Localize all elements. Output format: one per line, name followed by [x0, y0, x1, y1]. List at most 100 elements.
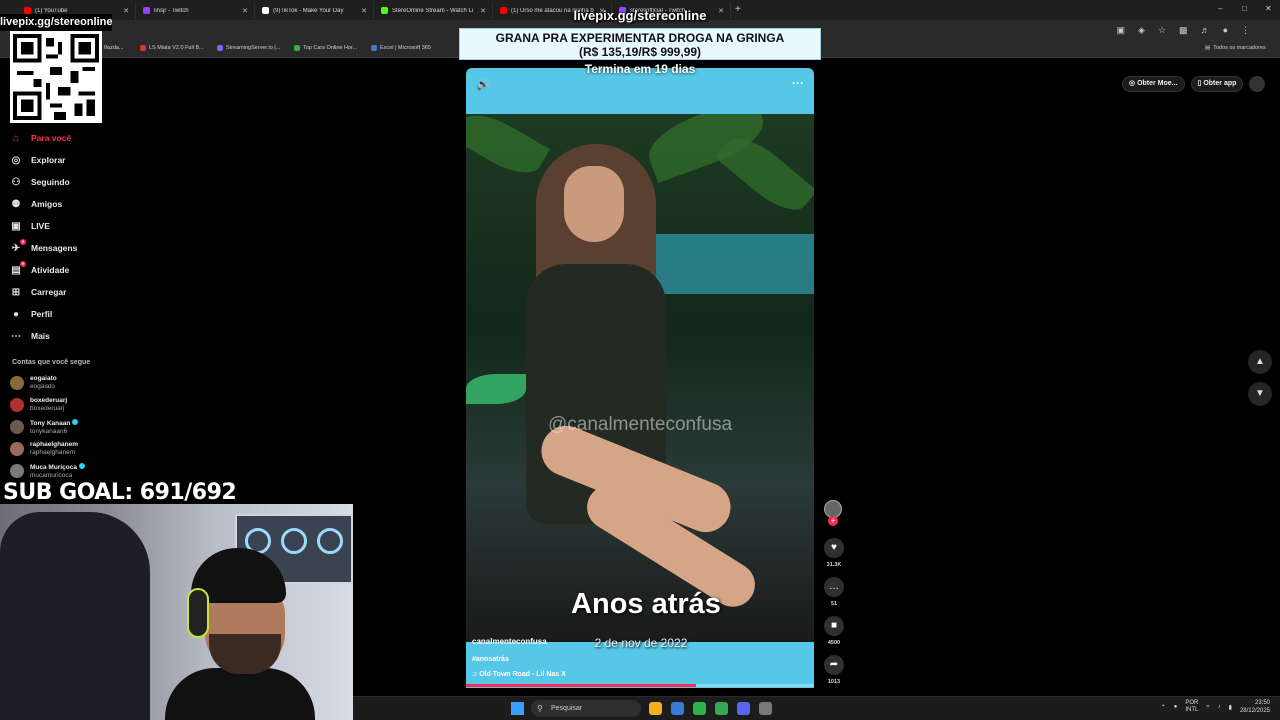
minimize-button[interactable]: –	[1218, 4, 1222, 13]
video-frame: @canalmenteconfusa	[466, 114, 814, 642]
taskbar-app-icon[interactable]	[737, 702, 750, 715]
close-tab-icon[interactable]: ✕	[480, 7, 486, 15]
bookmark-item[interactable]: Excel | Microsoft 365	[371, 45, 431, 51]
bookmark-action[interactable]: ■ 4500	[822, 616, 846, 646]
followed-account[interactable]: raphaelghanem raphaelghanem	[10, 438, 120, 460]
bookmark-item[interactable]: StreamingServer.io |...	[217, 45, 280, 51]
account-name: eogaiato	[30, 375, 57, 382]
bookmark-fragment[interactable]: Ifazda...	[104, 45, 124, 51]
sidebar-item-label: Mais	[31, 331, 50, 341]
sidebar-item-label: Mensagens	[31, 243, 78, 253]
taskbar-app-icon[interactable]	[649, 702, 662, 715]
sidebar-item-carregar[interactable]: ⊞ Carregar	[10, 281, 120, 303]
menu-icon[interactable]: ⋮	[1241, 25, 1250, 36]
video-music[interactable]: ♫ Old Town Road - Lil Nas X	[472, 671, 566, 678]
woman-face	[564, 166, 624, 242]
taskbar-clock[interactable]: 23:50 28/12/2025	[1240, 699, 1270, 715]
star-icon[interactable]: ☆	[1158, 25, 1166, 36]
next-video-button[interactable]: ▼	[1248, 382, 1272, 406]
account-handle: eogaiato	[30, 383, 55, 390]
comment-icon[interactable]: …	[824, 577, 844, 597]
browser-tab[interactable]: (9)TikTok - Make Your Day ✕	[256, 2, 374, 19]
sidebar-item-mais[interactable]: ⋯ Mais	[10, 325, 120, 347]
close-tab-icon[interactable]: ✕	[123, 7, 129, 15]
speaker-icon[interactable]: ♪	[1218, 704, 1221, 710]
like-action[interactable]: ♥ 31.3K	[822, 538, 846, 568]
profile-icon[interactable]: ●	[1223, 25, 1228, 36]
input-language[interactable]: POR INTL	[1185, 700, 1198, 714]
sidebar-item-perfil[interactable]: ● Perfil	[10, 303, 120, 325]
system-tray: ⌃ ● POR INTL ≈ ♪ ▮ 23:50 28/12/2025	[1161, 699, 1270, 715]
cast-icon[interactable]: ▣	[1117, 25, 1126, 36]
sidebar-item-seguindo[interactable]: ⚇ Seguindo	[10, 171, 120, 193]
close-tab-icon[interactable]: ✕	[242, 7, 248, 15]
get-coins-button[interactable]: ◎ Obter Moe...	[1122, 76, 1185, 92]
sidebar-item-amigos[interactable]: ⚉ Amigos	[10, 193, 120, 215]
media-icon[interactable]: ♬	[1201, 25, 1210, 36]
windows-taskbar: ⚲ Pesquisar ⌃ ● POR INTL ≈ ♪ ▮ 23:50 28/12/…	[353, 696, 1280, 720]
followed-account[interactable]: boxederuarj boxederuarj	[10, 394, 120, 416]
taskbar-app-icon[interactable]	[671, 702, 684, 715]
coin-icon: ◎	[1129, 80, 1136, 87]
sidebar-item-label: Atividade	[31, 265, 70, 275]
windows-start-button[interactable]	[511, 702, 524, 715]
extensions-icon[interactable]: ▩	[1179, 25, 1188, 36]
browser-tab[interactable]: StereOnline Stream - Watch Li ✕	[375, 2, 493, 19]
microphone-icon[interactable]: ●	[1174, 704, 1178, 710]
tab-favicon-icon	[500, 7, 507, 14]
sidebar-item-live[interactable]: ▣ LIVE	[10, 215, 120, 237]
volume-icon[interactable]: 🔊	[476, 78, 490, 91]
video-player[interactable]: 🔊 ··· @canalmenteconfusa Anos atrás 2 de…	[466, 68, 814, 688]
headset	[187, 588, 209, 638]
share-count: 1013	[827, 679, 841, 685]
sidebar-item-para-voc-[interactable]: ⌂ Para você	[10, 127, 120, 149]
bookmark-count: 4500	[827, 640, 841, 646]
taskbar-app-icon[interactable]	[693, 702, 706, 715]
more-options-icon[interactable]: ···	[792, 76, 804, 90]
sidebar-item-mensagens[interactable]: ✈ Mensagens 9	[10, 237, 120, 259]
share-action[interactable]: ➦ 1013	[822, 655, 846, 685]
tab-favicon-icon	[381, 7, 388, 14]
avatar	[10, 464, 24, 478]
followed-account[interactable]: Muca Muriçoca mucamuricoca	[10, 460, 120, 482]
share-icon[interactable]: ➦	[824, 655, 844, 675]
tab-favicon-icon	[143, 7, 150, 14]
comment-action[interactable]: … 51	[822, 577, 846, 607]
previous-video-button[interactable]: ▲	[1248, 350, 1272, 374]
home-icon: ⌂	[12, 132, 20, 144]
taskbar-app-icon[interactable]	[759, 702, 772, 715]
video-overlay-title: Anos atrás	[571, 588, 721, 620]
sidebar-item-atividade[interactable]: ▤ Atividade 9	[10, 259, 120, 281]
all-bookmarks-button[interactable]: ▤ Todos os marcadores	[1205, 45, 1266, 51]
video-hashtag[interactable]: #anosatrás	[472, 656, 509, 663]
browser-tab[interactable]: linsjr - Twitch ✕	[137, 2, 255, 19]
tray-chevron-icon[interactable]: ⌃	[1161, 704, 1166, 711]
user-avatar[interactable]	[1249, 76, 1266, 92]
bookmark-favicon-icon	[294, 45, 300, 51]
translate-icon[interactable]: ◈	[1138, 25, 1145, 36]
battery-icon[interactable]: ▮	[1229, 704, 1232, 711]
maximize-button[interactable]: □	[1242, 4, 1247, 13]
video-progress-bar[interactable]	[466, 684, 814, 687]
close-tab-icon[interactable]: ✕	[361, 7, 367, 15]
get-app-button[interactable]: ▯ Obter app	[1190, 76, 1244, 92]
notification-badge: 9	[20, 261, 26, 267]
account-handle: tonykanaan6	[30, 427, 68, 435]
wifi-icon[interactable]: ≈	[1206, 704, 1209, 710]
bookmark-item[interactable]: Top Cars Online Hor...	[294, 45, 357, 51]
taskbar-search[interactable]: ⚲ Pesquisar	[531, 700, 641, 717]
close-window-button[interactable]: ✕	[1265, 4, 1272, 13]
sub-goal-counter: SUB GOAL: 691/692	[3, 480, 237, 505]
like-icon[interactable]: ♥	[824, 538, 844, 558]
bookmark-icon[interactable]: ■	[824, 616, 844, 636]
taskbar-app-icon[interactable]	[715, 702, 728, 715]
video-author[interactable]: canalmenteconfusa	[472, 637, 547, 646]
donation-goal-amount: (R$ 135,19/R$ 999,99)	[578, 45, 702, 59]
followed-account[interactable]: eogaiato eogaiato	[10, 372, 120, 394]
follow-plus-icon[interactable]: +	[828, 516, 838, 526]
followed-account[interactable]: Tony Kanaan tonykanaan6	[10, 416, 120, 438]
bookmark-item[interactable]: LS Miata V2.0 Full B...	[140, 45, 204, 51]
account-name: boxederuarj	[30, 397, 68, 404]
sidebar-item-explorar[interactable]: ◎ Explorar	[10, 149, 120, 171]
folder-icon: ▤	[1205, 45, 1211, 51]
